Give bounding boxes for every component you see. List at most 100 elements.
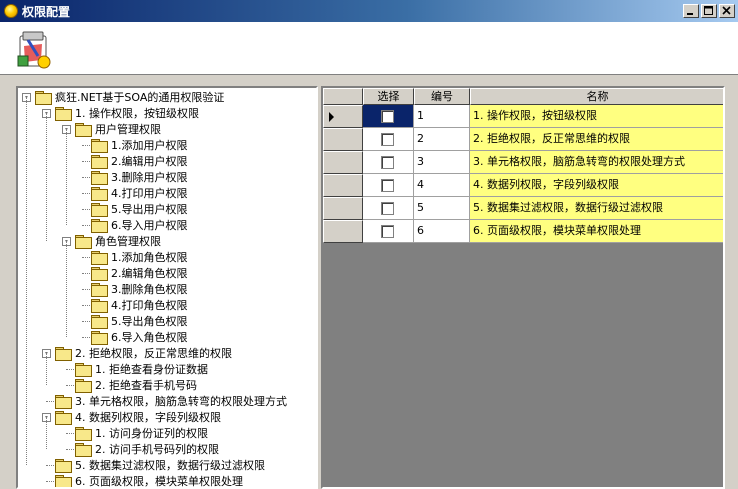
code-cell[interactable]: 6 [414, 220, 470, 243]
folder-icon [91, 154, 108, 169]
select-checkbox[interactable] [381, 202, 394, 215]
tree-node-label: 2.编辑角色权限 [111, 267, 188, 280]
folder-icon [55, 410, 72, 425]
window-controls [681, 4, 735, 18]
tree-connector [26, 97, 27, 465]
tree-node[interactable]: -1. 操作权限，按钮级权限 [42, 105, 199, 121]
header-banner [0, 22, 738, 75]
tree-node[interactable]: 5.导出用户权限 [78, 201, 188, 217]
tree-node[interactable]: 2.编辑用户权限 [78, 153, 188, 169]
tree-node-label: 2. 拒绝权限，反正常思维的权限 [75, 347, 232, 360]
tree-node[interactable]: 1. 访问身份证列的权限 [62, 425, 208, 441]
tree-node[interactable]: 1. 拒绝查看身份证数据 [62, 361, 208, 377]
tree-node-label: 1.添加用户权限 [111, 139, 188, 152]
tree-node-label: 3. 单元格权限，脑筋急转弯的权限处理方式 [75, 395, 287, 408]
select-cell[interactable] [363, 197, 414, 220]
tree-connector [46, 417, 47, 449]
row-header[interactable] [323, 151, 363, 174]
tree-node[interactable]: -4. 数据列权限，字段列级权限 [42, 409, 221, 425]
tree-connector [46, 353, 47, 385]
tree-node[interactable]: 5.导出角色权限 [78, 313, 188, 329]
name-cell[interactable]: 6. 页面级权限，模块菜单权限处理 [470, 220, 723, 243]
name-cell[interactable]: 5. 数据集过滤权限，数据行级过滤权限 [470, 197, 723, 220]
tree-connector [46, 113, 47, 241]
close-button[interactable] [719, 4, 735, 18]
tree-node-label: 1.添加角色权限 [111, 251, 188, 264]
tree-node[interactable]: 3.删除角色权限 [78, 281, 188, 297]
tree-node[interactable]: 2.编辑角色权限 [78, 265, 188, 281]
folder-icon [91, 170, 108, 185]
folder-icon [75, 362, 92, 377]
select-checkbox[interactable] [381, 179, 394, 192]
name-cell[interactable]: 4. 数据列权限，字段列级权限 [470, 174, 723, 197]
tree-node-label: 2. 拒绝查看手机号码 [95, 379, 197, 392]
column-header-name[interactable]: 名称 [470, 88, 723, 105]
row-header[interactable] [323, 197, 363, 220]
tree-node[interactable]: 6. 页面级权限，模块菜单权限处理 [42, 473, 243, 488]
tree-node-label: 疯狂.NET基于SOA的通用权限验证 [55, 91, 225, 104]
tree-connector [66, 129, 67, 225]
tree-node[interactable]: 4.打印用户权限 [78, 185, 188, 201]
row-header[interactable] [323, 128, 363, 151]
code-cell[interactable]: 4 [414, 174, 470, 197]
code-cell[interactable]: 2 [414, 128, 470, 151]
tree-node[interactable]: 5. 数据集过滤权限，数据行级过滤权限 [42, 457, 265, 473]
folder-icon [91, 186, 108, 201]
tree-node[interactable]: 1.添加角色权限 [78, 249, 188, 265]
permission-config-window: 权限配置 - 疯狂.NET基于SOA的通用权限验证 -1. 操作权限，按钮级权限 - 用… [0, 0, 738, 489]
name-cell[interactable]: 1. 操作权限，按钮级权限 [470, 105, 723, 128]
tree-node-label: 3.删除角色权限 [111, 283, 188, 296]
code-cell[interactable]: 3 [414, 151, 470, 174]
select-cell[interactable] [363, 174, 414, 197]
tree-node[interactable]: 6.导入角色权限 [78, 329, 188, 345]
tree-node[interactable]: 1.添加用户权限 [78, 137, 188, 153]
row-header[interactable] [323, 105, 363, 128]
column-header-code[interactable]: 编号 [414, 88, 470, 105]
select-cell[interactable] [363, 105, 414, 128]
permission-grid-panel[interactable]: 选择 编号 名称 1 1. 操作权限，按钮级权限 2 2. 拒绝权限，反正常思维的权限… [321, 86, 725, 489]
tree-node-label: 用户管理权限 [95, 123, 161, 136]
tree-node[interactable]: 6.导入用户权限 [78, 217, 188, 233]
close-icon [722, 6, 731, 15]
tree-node-label: 6.导入角色权限 [111, 331, 188, 344]
title-bar[interactable]: 权限配置 [0, 0, 738, 22]
code-cell[interactable]: 5 [414, 197, 470, 220]
column-header-select[interactable]: 选择 [363, 88, 414, 105]
minimize-button[interactable] [683, 4, 699, 18]
tree-node[interactable]: 3.删除用户权限 [78, 169, 188, 185]
tree-node[interactable]: - 疯狂.NET基于SOA的通用权限验证 [22, 89, 224, 105]
row-header[interactable] [323, 174, 363, 197]
folder-icon [91, 298, 108, 313]
tree-node[interactable]: 3. 单元格权限，脑筋急转弯的权限处理方式 [42, 393, 287, 409]
folder-icon [55, 458, 72, 473]
permission-tree-panel[interactable]: - 疯狂.NET基于SOA的通用权限验证 -1. 操作权限，按钮级权限 - 用户管理权限… [16, 86, 318, 489]
folder-icon [75, 234, 92, 249]
select-checkbox[interactable] [381, 133, 394, 146]
tree-node-label: 4.打印角色权限 [111, 299, 188, 312]
tree-node[interactable]: 2. 拒绝查看手机号码 [62, 377, 197, 393]
tree-node-label: 6. 页面级权限，模块菜单权限处理 [75, 475, 243, 488]
tree-node[interactable]: - 角色管理权限 [62, 233, 161, 249]
maximize-button[interactable] [701, 4, 717, 18]
folder-icon [91, 282, 108, 297]
tree-node[interactable]: -2. 拒绝权限，反正常思维的权限 [42, 345, 232, 361]
select-cell[interactable] [363, 151, 414, 174]
select-checkbox[interactable] [381, 156, 394, 169]
select-checkbox[interactable] [381, 110, 394, 123]
code-cell[interactable]: 1 [414, 105, 470, 128]
select-checkbox[interactable] [381, 225, 394, 238]
permission-tree[interactable]: - 疯狂.NET基于SOA的通用权限验证 -1. 操作权限，按钮级权限 - 用户管理权限… [18, 88, 316, 488]
select-cell[interactable] [363, 128, 414, 151]
tree-node-label: 1. 操作权限，按钮级权限 [75, 107, 199, 120]
name-cell[interactable]: 3. 单元格权限，脑筋急转弯的权限处理方式 [470, 151, 723, 174]
select-cell[interactable] [363, 220, 414, 243]
tree-node[interactable]: - 用户管理权限 [62, 121, 161, 137]
tree-node[interactable]: 4.打印角色权限 [78, 297, 188, 313]
name-cell[interactable]: 2. 拒绝权限，反正常思维的权限 [470, 128, 723, 151]
tree-node-label: 3.删除用户权限 [111, 171, 188, 184]
row-header[interactable] [323, 220, 363, 243]
tree-node-label: 4.打印用户权限 [111, 187, 188, 200]
tree-node[interactable]: 2. 访问手机号码列的权限 [62, 441, 219, 457]
folder-icon [55, 106, 72, 121]
folder-icon [91, 138, 108, 153]
